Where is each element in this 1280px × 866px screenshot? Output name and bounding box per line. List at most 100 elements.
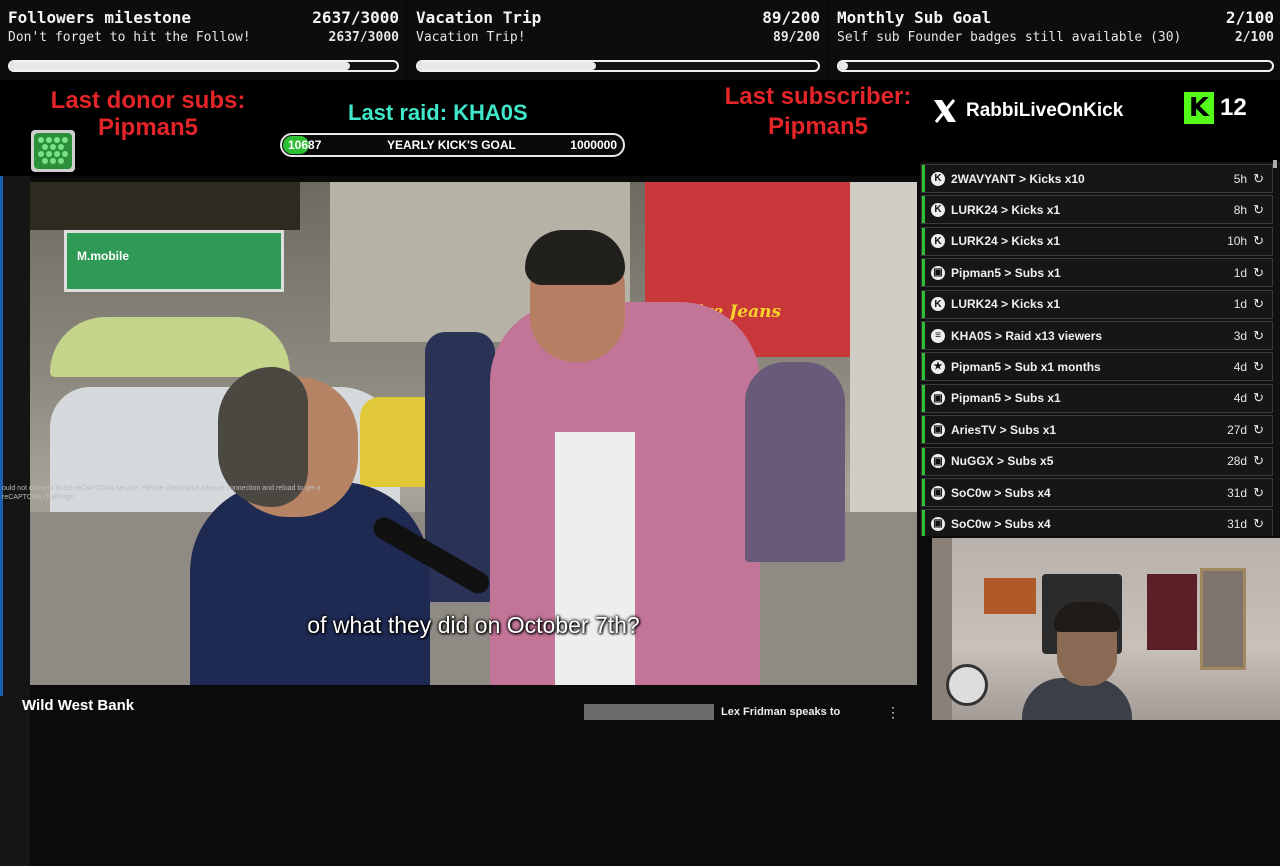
goal-count: 2637/3000 xyxy=(312,8,399,27)
goal-vacation: Vacation Trip 89/200 Vacation Trip! 89/2… xyxy=(408,0,826,80)
star-icon: ★ xyxy=(931,359,945,374)
replay-icon[interactable]: ↻ xyxy=(1253,265,1264,281)
replay-icon[interactable]: ↻ xyxy=(1253,422,1264,438)
event-age: 8h xyxy=(1233,202,1248,217)
poster-left xyxy=(984,578,1036,614)
video-title[interactable]: Wild West Bank xyxy=(22,697,134,714)
poster-right xyxy=(1147,574,1197,650)
goal-progress-fill xyxy=(10,62,351,70)
event-row[interactable]: K LURK24 > Kicks x1 8h ↻ xyxy=(921,195,1273,225)
goal-count-small: 2637/3000 xyxy=(328,30,399,45)
replay-icon[interactable]: ↻ xyxy=(1253,233,1264,249)
goal-title: Followers milestone xyxy=(8,8,192,27)
gift-box-icon xyxy=(31,130,75,172)
event-text: Pipman5 > Sub x1 months xyxy=(951,359,1101,374)
event-accent xyxy=(922,416,925,444)
video-caption: of what they did on October 7th? xyxy=(307,612,640,638)
event-accent xyxy=(922,196,925,224)
raid-icon: ≡ xyxy=(931,328,945,343)
kick-icon: K xyxy=(931,297,945,312)
pedestrians xyxy=(745,362,845,562)
event-row[interactable]: ▣ AriesTV > Subs x1 27d ↻ xyxy=(921,415,1273,445)
mobile-sign-text: M.mobile xyxy=(77,249,130,263)
kick-icon: K xyxy=(931,202,945,217)
left-accent-line xyxy=(0,176,3,696)
mirror xyxy=(1200,568,1246,670)
gift-icon: ▣ xyxy=(931,454,945,469)
event-age: 5h xyxy=(1233,171,1248,186)
event-age: 3d xyxy=(1233,328,1248,343)
goal-title: Monthly Sub Goal xyxy=(837,8,992,27)
event-accent xyxy=(922,447,925,475)
more-options-icon[interactable]: ⋮ xyxy=(886,704,900,721)
gift-icon: ▣ xyxy=(931,516,945,531)
replay-icon[interactable]: ↻ xyxy=(1253,171,1264,187)
kick-count: 12 xyxy=(1220,94,1247,121)
goal-subtitle: Self sub Founder badges still available … xyxy=(837,30,1182,45)
feed-scrollbar[interactable] xyxy=(1273,160,1277,168)
x-handle: RabbiLiveOnKick xyxy=(932,98,1123,124)
goal-subtitle: Vacation Trip! xyxy=(416,30,526,45)
event-row[interactable]: ▣ SoC0w > Subs x4 31d ↻ xyxy=(921,509,1273,536)
yearly-kick-goal-bar: 10687 YEARLY KICK'S GOAL 1000000 xyxy=(280,133,625,157)
replay-icon[interactable]: ↻ xyxy=(1253,359,1264,375)
event-row[interactable]: ▣ Pipman5 > Subs x1 4d ↻ xyxy=(921,383,1273,413)
last-subscriber-label: Last subscriber: xyxy=(724,83,912,110)
event-text: KHA0S > Raid x13 viewers xyxy=(951,328,1103,343)
activity-feed: K 2WAVYANT > Kicks x10 5h ↻ K LURK24 > Kicks … xyxy=(920,162,1280,536)
goal-count: 89/200 xyxy=(762,8,820,27)
video-player[interactable]: M.mobile Fire Jeans of what they did on … xyxy=(30,182,917,685)
replay-icon[interactable]: ↻ xyxy=(1253,328,1264,344)
last-donor-label: Last donor subs: xyxy=(50,87,246,114)
goal-progress-fill xyxy=(418,62,596,70)
event-text: LURK24 > Kicks x1 xyxy=(951,234,1061,249)
event-row[interactable]: ≡ KHA0S > Raid x13 viewers 3d ↻ xyxy=(921,321,1273,350)
replay-icon[interactable]: ↻ xyxy=(1253,453,1264,469)
event-row[interactable]: ▣ Pipman5 > Subs x1 1d ↻ xyxy=(921,258,1273,288)
replay-icon[interactable]: ↻ xyxy=(1253,296,1264,312)
streamer-hair xyxy=(1054,602,1120,632)
related-video-title[interactable]: Lex Fridman speaks to xyxy=(721,706,840,718)
event-text: SoC0w > Subs x4 xyxy=(951,516,1051,531)
goal-progress-fill xyxy=(839,62,848,70)
event-age: 1d xyxy=(1233,297,1248,312)
event-accent xyxy=(922,479,925,506)
event-text: LURK24 > Kicks x1 xyxy=(951,202,1061,217)
event-text: AriesTV > Subs x1 xyxy=(951,422,1057,437)
event-accent xyxy=(922,353,925,381)
gift-icon: ▣ xyxy=(931,422,945,437)
event-age: 10h xyxy=(1227,234,1248,249)
yearly-goal-target: 1000000 xyxy=(570,138,617,152)
webcam xyxy=(932,538,1280,720)
event-text: Pipman5 > Subs x1 xyxy=(951,391,1061,406)
event-row[interactable]: K 2WAVYANT > Kicks x10 5h ↻ xyxy=(921,164,1273,193)
replay-icon[interactable]: ↻ xyxy=(1253,485,1264,501)
event-row[interactable]: ▣ NuGGX > Subs x5 28d ↻ xyxy=(921,446,1273,476)
replay-icon[interactable]: ↻ xyxy=(1253,516,1264,532)
gift-icon: ▣ xyxy=(931,265,945,280)
event-age: 27d xyxy=(1227,422,1248,437)
event-row[interactable]: K LURK24 > Kicks x1 10h ↻ xyxy=(921,226,1273,256)
clock xyxy=(946,664,988,706)
replay-icon[interactable]: ↻ xyxy=(1253,202,1264,218)
event-row[interactable]: ▣ SoC0w > Subs x4 31d ↻ xyxy=(921,478,1273,507)
goal-progress-bar xyxy=(8,60,399,72)
goal-progress-bar xyxy=(837,60,1274,72)
event-row[interactable]: ★ Pipman5 > Sub x1 months 4d ↻ xyxy=(921,352,1273,382)
event-age: 4d xyxy=(1233,391,1248,406)
related-video-thumbnail[interactable] xyxy=(584,704,714,720)
event-row[interactable]: K LURK24 > Kicks x1 1d ↻ xyxy=(921,289,1273,319)
kick-icon: K xyxy=(931,171,945,186)
yearly-goal-label: YEARLY KICK'S GOAL xyxy=(387,138,516,152)
goal-title: Vacation Trip xyxy=(416,8,542,27)
event-text: Pipman5 > Subs x1 xyxy=(951,265,1061,280)
event-text: 2WAVYANT > Kicks x10 xyxy=(951,171,1085,186)
goal-followers: Followers milestone 2637/3000 Don't forg… xyxy=(0,0,405,80)
kick-logo-icon: K xyxy=(1184,92,1214,124)
event-text: NuGGX > Subs x5 xyxy=(951,454,1054,469)
goal-count-small: 2/100 xyxy=(1234,30,1274,45)
event-age: 31d xyxy=(1227,516,1248,531)
replay-icon[interactable]: ↻ xyxy=(1253,390,1264,406)
last-subscriber-name: Pipman5 xyxy=(767,113,869,140)
event-age: 31d xyxy=(1227,485,1248,500)
